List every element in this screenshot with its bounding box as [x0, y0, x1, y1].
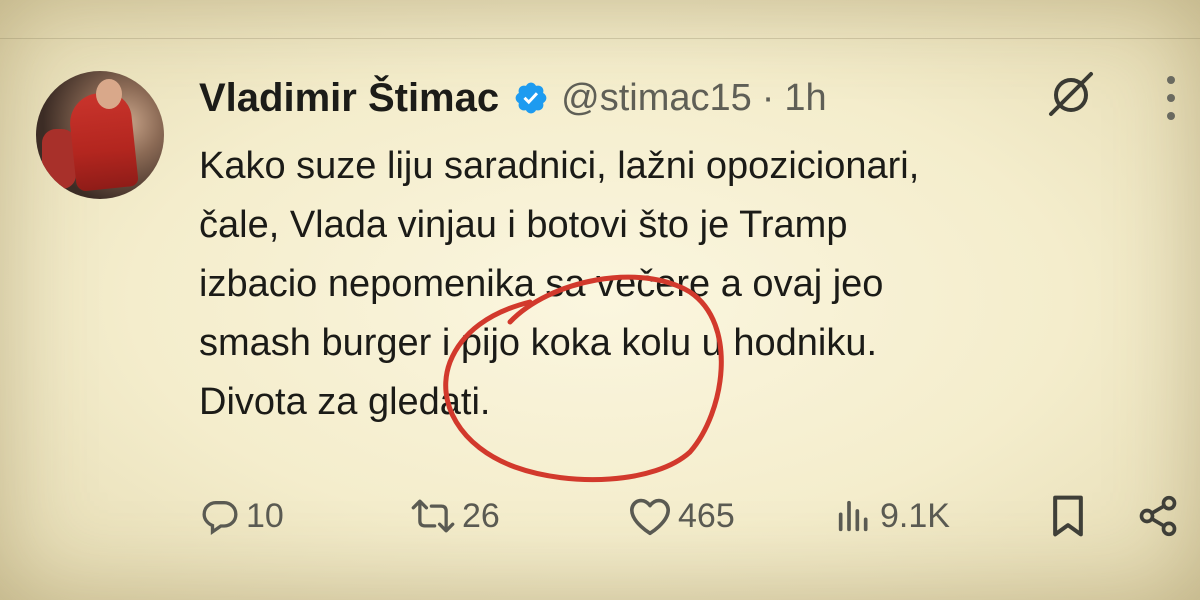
avatar[interactable] [36, 71, 164, 199]
views-icon [838, 500, 868, 532]
bookmark-button[interactable] [1048, 490, 1088, 542]
author-handle[interactable]: @stimac15 [561, 77, 752, 120]
like-button[interactable]: 465 [628, 490, 735, 542]
views-count: 9.1K [880, 496, 950, 535]
verified-badge-icon [515, 82, 547, 114]
reply-button[interactable]: 10 [200, 490, 284, 542]
divider [0, 38, 1200, 39]
grok-icon[interactable] [1045, 68, 1097, 120]
heart-icon [629, 498, 670, 536]
share-icon [1139, 495, 1177, 537]
timestamp[interactable]: 1h [784, 77, 826, 120]
tweet-line: izbacio nepomenika sa večere a ovaj jeo [199, 263, 884, 305]
retweet-icon [411, 499, 455, 533]
tweet-line: Divota za gledati. [199, 381, 491, 423]
tweet-line: Kako suze liju saradnici, lažni opozicio… [199, 145, 920, 187]
more-vertical-icon[interactable] [1162, 74, 1180, 122]
like-count: 465 [678, 496, 735, 535]
retweet-button[interactable]: 26 [410, 490, 500, 542]
views-button[interactable]: 9.1K [834, 490, 950, 542]
bookmark-icon [1053, 495, 1083, 537]
reply-count: 10 [246, 496, 284, 535]
action-bar: 10 26 465 9.1K [0, 490, 1200, 542]
author-name[interactable]: Vladimir Štimac [199, 76, 499, 121]
tweet-line: smash burger i pijo koka kolu u hodniku. [199, 322, 878, 364]
separator-dot: · [761, 76, 775, 119]
tweet-line: čale, Vlada vinjau i botovi što je Tramp [199, 204, 848, 246]
avatar-head [96, 79, 122, 109]
tweet-text: Kako suze liju saradnici, lažni opozicio… [199, 137, 1159, 432]
tweet-header: Vladimir Štimac @stimac15 · 1h [199, 76, 827, 120]
share-button[interactable] [1136, 490, 1180, 542]
reply-icon [202, 501, 238, 536]
retweet-count: 26 [462, 496, 500, 535]
